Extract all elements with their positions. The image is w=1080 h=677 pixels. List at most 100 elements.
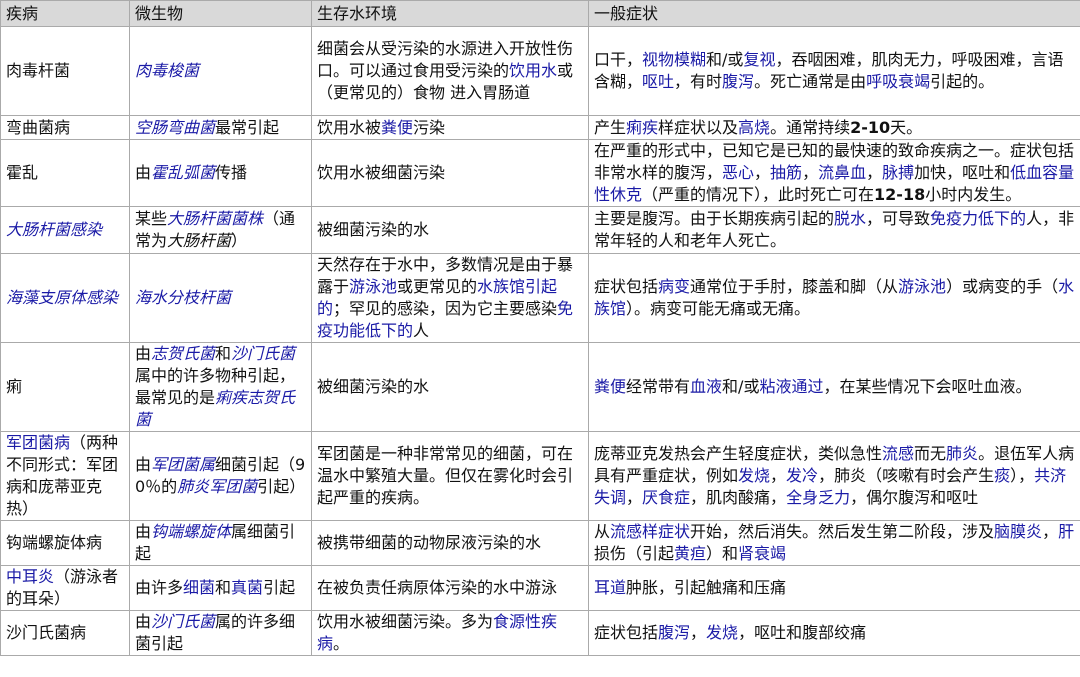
term-link[interactable]: 中耳炎: [6, 567, 54, 586]
term-link[interactable]: 免疫力低下的: [930, 209, 1026, 228]
cell-text: 饮用水被: [317, 117, 382, 137]
term-link[interactable]: 痢疾: [626, 118, 658, 137]
disease-cell: 沙门氏菌病: [0, 610, 130, 656]
disease-cell: 霍乱: [0, 139, 130, 207]
term-link[interactable]: 抽筋: [770, 163, 802, 182]
environment-cell: 被细菌污染的水: [311, 206, 589, 254]
term-link[interactable]: 大肠杆菌菌株: [167, 209, 263, 228]
term-link[interactable]: 军团菌属: [151, 455, 215, 474]
term-link[interactable]: 痰: [994, 466, 1010, 485]
cell-text: 肉毒杆菌: [6, 61, 71, 80]
term-link[interactable]: 肺炎: [946, 444, 978, 463]
term-link[interactable]: 流感: [882, 444, 914, 463]
term-link[interactable]: 耳道: [594, 578, 626, 597]
cell-text: 小时内发生。: [925, 185, 1022, 204]
term-link[interactable]: 视物模糊: [642, 50, 706, 69]
cell-text: 痢: [6, 377, 23, 396]
term-link[interactable]: 流鼻血: [818, 163, 866, 182]
organism-cell: 海水分枝杆菌: [129, 253, 312, 343]
term-link[interactable]: 游泳池: [349, 277, 397, 296]
cell-text: ，: [626, 488, 643, 507]
term-link[interactable]: 沙门氏菌: [231, 344, 295, 363]
term-link[interactable]: 厌食症: [642, 488, 690, 507]
term-link[interactable]: 腹泻: [722, 72, 754, 91]
table-row: 痢 由志贺氏菌和沙门氏菌属中的许多物种引起，最常见的是痢疾志贺氏菌 被细菌污染的水 粪…: [0, 342, 1080, 432]
header-organism: 微生物: [129, 0, 312, 27]
disease-cell: 大肠杆菌感染: [0, 206, 130, 254]
term-link[interactable]: 脉搏: [882, 163, 914, 182]
cell-text: 开始，然后消失。然后发生第二阶段，涉及: [690, 522, 995, 541]
term-link[interactable]: 真菌: [231, 578, 263, 597]
term-link[interactable]: 大肠杆菌感染: [6, 220, 102, 239]
organism-cell: 空肠弯曲菌最常引起: [129, 115, 312, 140]
cell-text: 和: [215, 578, 232, 597]
term-link[interactable]: 复视: [743, 50, 775, 69]
table-row: 军团菌病（两种不同形式：军团病和庞蒂亚克热） 由军团菌属细菌引起（90％的肺炎军团…: [0, 431, 1080, 521]
table-row: 海藻支原体感染 海水分枝杆菌 天然存在于水中，多数情况是由于暴露于游泳池或更常见的水…: [0, 253, 1080, 343]
cell-text: ，: [866, 163, 883, 182]
term-link[interactable]: 血液: [690, 377, 722, 396]
environment-cell: 军团菌是一种非常常见的细菌，可在温水中繁殖大量。但仅在雾化时会引起严重的疾病。: [311, 431, 589, 521]
cell-text: 由: [135, 522, 152, 541]
term-link[interactable]: 粪便: [594, 377, 626, 396]
term-link[interactable]: 全身乏力: [786, 488, 850, 507]
table-body: 肉毒杆菌 肉毒梭菌 细菌会从受污染的水源进入开放性伤口。可以通过食用受污染的饮用水或…: [0, 26, 1080, 656]
term-link[interactable]: 腹泻: [658, 623, 690, 642]
cell-text: 产生: [594, 117, 627, 137]
table-row: 中耳炎（游泳者的耳朵） 由许多细菌和真菌引起 在被负责任病原体污染的水中游泳 耳道肿胀…: [0, 565, 1080, 611]
term-link[interactable]: 空肠弯曲菌: [135, 118, 215, 137]
cell-text: ，: [1042, 522, 1059, 541]
cell-text: 由: [135, 163, 152, 182]
cell-text: ，偶尔腹泻和呕吐: [850, 488, 979, 507]
term-link[interactable]: 黄疸: [674, 544, 706, 563]
term-link[interactable]: 沙门氏菌: [151, 612, 215, 631]
disease-cell: 中耳炎（游泳者的耳朵）: [0, 565, 130, 611]
term-link[interactable]: 恶心: [722, 163, 754, 182]
cell-text: 而无: [914, 444, 947, 463]
cell-text: 症状包括: [594, 623, 659, 642]
term-link[interactable]: 粪便: [381, 118, 413, 137]
term-link[interactable]: 发冷: [786, 466, 818, 485]
cell-text: 或更常见的: [397, 277, 478, 296]
term-link[interactable]: 霍乱弧菌: [151, 163, 215, 182]
symptoms-cell: 主要是腹泻。由于长期疾病引起的脱水，可导致免疫力低下的人，非常年轻的人和老年人死…: [588, 206, 1080, 254]
cell-text: ）或病变的手（: [946, 277, 1059, 296]
cell-text: ）。病变可能无痛或无痛。: [626, 299, 811, 318]
term-link[interactable]: 钩端螺旋体: [151, 522, 231, 541]
term-link[interactable]: 流感样症状: [610, 522, 690, 541]
term-link[interactable]: 肺炎军团菌: [177, 477, 257, 496]
term-link[interactable]: 呕吐: [642, 72, 674, 91]
term-link[interactable]: 志贺氏菌: [151, 344, 215, 363]
term-link[interactable]: 粘液通过: [759, 377, 823, 396]
cell-text: 损伤（引起: [594, 544, 675, 563]
term-link[interactable]: 发烧: [738, 466, 770, 485]
organism-cell: 某些大肠杆菌菌株（通常为大肠杆菌）: [129, 206, 312, 254]
term-link[interactable]: 细菌: [183, 578, 215, 597]
term-link[interactable]: 脑膜炎: [994, 522, 1042, 541]
term-link[interactable]: 军团菌病: [6, 433, 70, 452]
term-link[interactable]: 发烧: [706, 623, 738, 642]
cell-text: ，肺炎（咳嗽有时会产生: [818, 466, 995, 485]
cell-text: 样症状以及: [658, 117, 739, 137]
term-link[interactable]: 海藻支原体感染: [6, 288, 118, 307]
cell-text: 被细菌污染的水: [317, 220, 430, 239]
term-link[interactable]: 脱水: [834, 209, 866, 228]
cell-text: 在被负责任病原体污染的水中游泳: [317, 578, 558, 597]
symptoms-cell: 口干，视物模糊和/或复视，吞咽困难，肌肉无力，呼吸困难，言语含糊，呕吐，有时腹泻…: [588, 26, 1080, 116]
cell-text: 天。: [890, 117, 923, 137]
term-link[interactable]: 肝: [1058, 522, 1074, 541]
cell-text: ，: [802, 163, 819, 182]
cell-text: ）: [231, 231, 248, 250]
term-link[interactable]: 病变: [658, 277, 690, 296]
term-link[interactable]: 饮用水: [509, 61, 557, 80]
environment-cell: 在被负责任病原体污染的水中游泳: [311, 565, 589, 611]
term-link[interactable]: 肾衰竭: [738, 544, 786, 563]
term-link[interactable]: 游泳池: [898, 277, 946, 296]
term-link[interactable]: 高烧: [738, 118, 770, 137]
cell-text: 由: [135, 455, 152, 474]
cell-text: 传播: [215, 163, 248, 182]
term-link[interactable]: 海水分枝杆菌: [135, 288, 231, 307]
term-link[interactable]: 呼吸衰竭: [866, 72, 930, 91]
cell-text: 加快，呕吐和: [914, 163, 1011, 182]
term-link[interactable]: 肉毒梭菌: [135, 61, 199, 80]
